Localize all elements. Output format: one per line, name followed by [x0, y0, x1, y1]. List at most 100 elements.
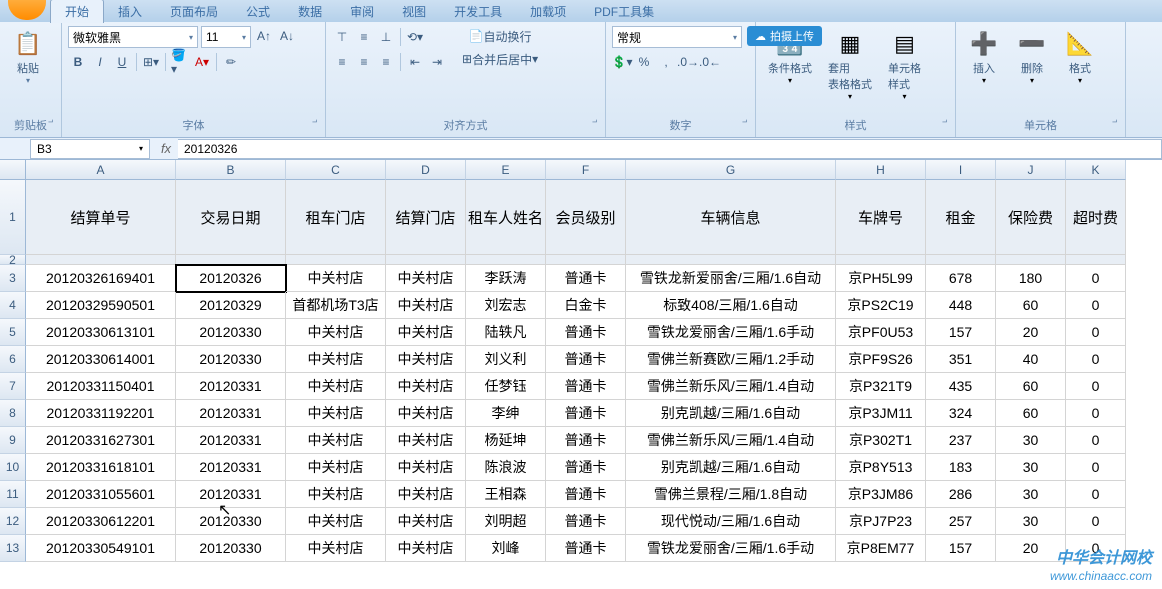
- cell[interactable]: 20120330: [176, 346, 286, 373]
- cell[interactable]: 普通卡: [546, 319, 626, 346]
- tab-layout[interactable]: 页面布局: [156, 0, 232, 23]
- cell[interactable]: 中关村店: [386, 292, 466, 319]
- cell[interactable]: 结算门店: [386, 180, 466, 255]
- align-bottom-icon[interactable]: ⊥: [376, 27, 396, 47]
- cell[interactable]: 普通卡: [546, 400, 626, 427]
- spreadsheet-grid[interactable]: ABCDEFGHIJK 12345678910111213 结算单号交易日期租车…: [0, 160, 1162, 589]
- cell[interactable]: 20120331192201: [26, 400, 176, 427]
- cell[interactable]: 中关村店: [286, 319, 386, 346]
- align-center-icon[interactable]: ≡: [354, 52, 374, 72]
- cell[interactable]: 30: [996, 454, 1066, 481]
- row-header-7[interactable]: 7: [0, 373, 26, 400]
- increase-decimal-icon[interactable]: .0→: [678, 52, 698, 72]
- cell[interactable]: 京P321T9: [836, 373, 926, 400]
- cell[interactable]: 60: [996, 373, 1066, 400]
- cell[interactable]: 普通卡: [546, 481, 626, 508]
- cell[interactable]: 237: [926, 427, 996, 454]
- cell[interactable]: 雪铁龙爱丽舍/三厢/1.6手动: [626, 535, 836, 562]
- cell[interactable]: 20120330: [176, 535, 286, 562]
- cell[interactable]: 会员级别: [546, 180, 626, 255]
- cell[interactable]: [466, 255, 546, 265]
- tab-review[interactable]: 审阅: [336, 0, 388, 23]
- bold-button[interactable]: B: [68, 52, 88, 72]
- cell[interactable]: 30: [996, 481, 1066, 508]
- percent-icon[interactable]: %: [634, 52, 654, 72]
- cell[interactable]: 0: [1066, 292, 1126, 319]
- row-header-5[interactable]: 5: [0, 319, 26, 346]
- cell[interactable]: 中关村店: [286, 508, 386, 535]
- cell[interactable]: 20120326: [176, 265, 286, 292]
- cell[interactable]: 雪铁龙爱丽舍/三厢/1.6手动: [626, 319, 836, 346]
- indent-decrease-icon[interactable]: ⇤: [405, 52, 425, 72]
- fill-color-button[interactable]: 🪣▾: [170, 52, 190, 72]
- cell[interactable]: 雪佛兰新乐风/三厢/1.4自动: [626, 373, 836, 400]
- cell[interactable]: 20120329: [176, 292, 286, 319]
- cell[interactable]: 60: [996, 400, 1066, 427]
- row-header-10[interactable]: 10: [0, 454, 26, 481]
- cell[interactable]: 租车门店: [286, 180, 386, 255]
- cell[interactable]: 中关村店: [286, 481, 386, 508]
- cell[interactable]: 中关村店: [286, 373, 386, 400]
- cell[interactable]: 157: [926, 535, 996, 562]
- cell[interactable]: 中关村店: [286, 427, 386, 454]
- decrease-decimal-icon[interactable]: .0←: [700, 52, 720, 72]
- cell[interactable]: 任梦钰: [466, 373, 546, 400]
- cell[interactable]: 20120330614001: [26, 346, 176, 373]
- cell[interactable]: 中关村店: [386, 508, 466, 535]
- indent-increase-icon[interactable]: ⇥: [427, 52, 447, 72]
- table-format-button[interactable]: ▦套用 表格格式▾: [822, 26, 878, 103]
- cell[interactable]: 超时费: [1066, 180, 1126, 255]
- increase-font-icon[interactable]: A↑: [254, 26, 274, 46]
- row-header-1[interactable]: 1: [0, 180, 26, 255]
- cell[interactable]: 20120331: [176, 454, 286, 481]
- cell[interactable]: 0: [1066, 454, 1126, 481]
- cell[interactable]: 0: [1066, 508, 1126, 535]
- cell[interactable]: [386, 255, 466, 265]
- tab-view[interactable]: 视图: [388, 0, 440, 23]
- select-all-corner[interactable]: [0, 160, 26, 180]
- row-header-13[interactable]: 13: [0, 535, 26, 562]
- cell[interactable]: 20120331: [176, 400, 286, 427]
- cell[interactable]: 20120331618101: [26, 454, 176, 481]
- cell[interactable]: 京PS2C19: [836, 292, 926, 319]
- cell[interactable]: 20120329590501: [26, 292, 176, 319]
- cell[interactable]: 京PF9S26: [836, 346, 926, 373]
- cell[interactable]: 中关村店: [386, 535, 466, 562]
- cell[interactable]: 20: [996, 319, 1066, 346]
- row-header-2[interactable]: 2: [0, 255, 26, 265]
- cell[interactable]: 京P302T1: [836, 427, 926, 454]
- cell[interactable]: 京P3JM86: [836, 481, 926, 508]
- tab-data[interactable]: 数据: [284, 0, 336, 23]
- cell-styles-button[interactable]: ▤单元格 样式▾: [882, 26, 927, 103]
- underline-button[interactable]: U: [112, 52, 132, 72]
- cell[interactable]: [26, 255, 176, 265]
- cell[interactable]: [626, 255, 836, 265]
- cell[interactable]: 中关村店: [386, 454, 466, 481]
- cells-area[interactable]: 结算单号交易日期租车门店结算门店租车人姓名会员级别车辆信息车牌号租金保险费超时费…: [26, 180, 1162, 562]
- cell[interactable]: 20120331: [176, 427, 286, 454]
- cell[interactable]: 标致408/三厢/1.6自动: [626, 292, 836, 319]
- cell[interactable]: 0: [1066, 427, 1126, 454]
- cell[interactable]: 京PF0U53: [836, 319, 926, 346]
- cell[interactable]: 别克凯越/三厢/1.6自动: [626, 454, 836, 481]
- cell[interactable]: 刘峰: [466, 535, 546, 562]
- row-header-8[interactable]: 8: [0, 400, 26, 427]
- orientation-icon[interactable]: ⟲▾: [405, 27, 425, 47]
- tab-addins[interactable]: 加载项: [516, 0, 580, 23]
- cell[interactable]: 20120331150401: [26, 373, 176, 400]
- col-header-D[interactable]: D: [386, 160, 466, 180]
- merge-center-button[interactable]: ⊞ 合并后居中 ▾: [455, 49, 545, 69]
- name-box[interactable]: B3▾: [30, 139, 150, 159]
- cell[interactable]: 雪佛兰新赛欧/三厢/1.2手动: [626, 346, 836, 373]
- col-header-I[interactable]: I: [926, 160, 996, 180]
- cell[interactable]: [546, 255, 626, 265]
- cell[interactable]: 中关村店: [286, 400, 386, 427]
- cell[interactable]: [176, 255, 286, 265]
- cell[interactable]: 435: [926, 373, 996, 400]
- cell[interactable]: 现代悦动/三厢/1.6自动: [626, 508, 836, 535]
- col-header-K[interactable]: K: [1066, 160, 1126, 180]
- cell[interactable]: 20120331: [176, 373, 286, 400]
- align-left-icon[interactable]: ≡: [332, 52, 352, 72]
- paste-button[interactable]: 📋 粘贴 ▾: [6, 26, 50, 87]
- cell[interactable]: 20120331055601: [26, 481, 176, 508]
